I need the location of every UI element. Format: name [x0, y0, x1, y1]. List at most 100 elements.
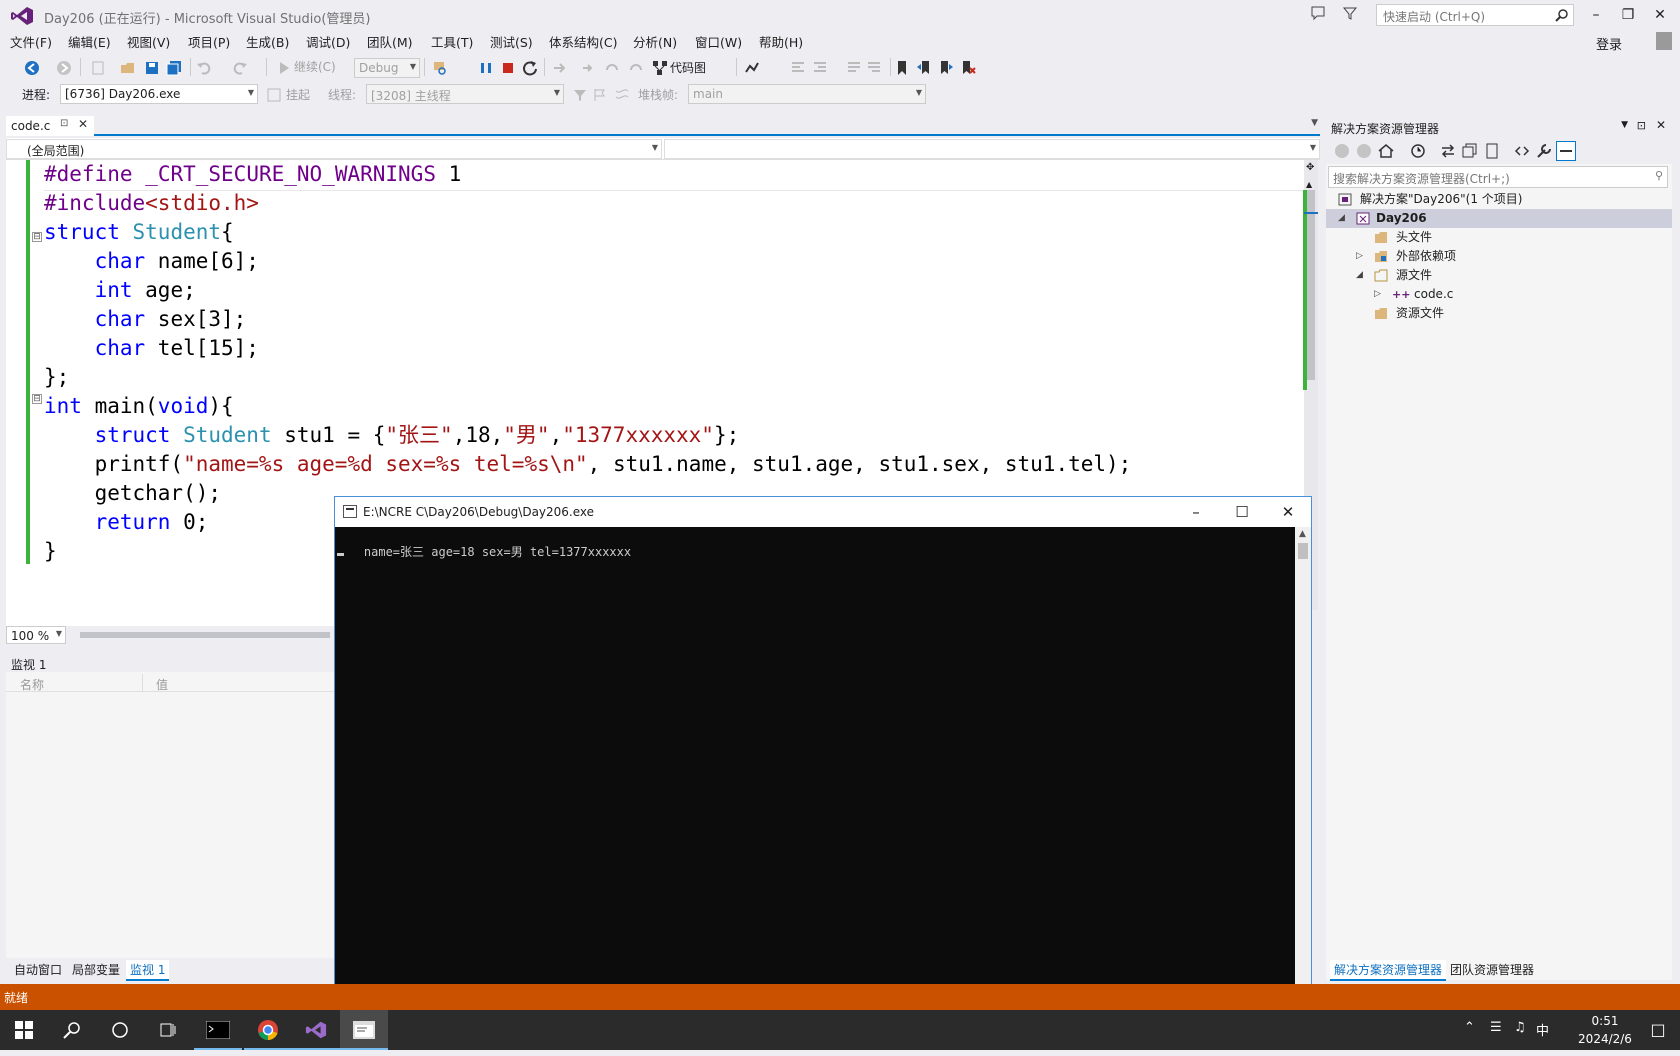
expand-arrow-icon[interactable]: ▷: [1374, 285, 1381, 304]
menu-test[interactable]: 测试(S): [490, 32, 533, 51]
code-line[interactable]: #include<stdio.h>: [44, 189, 259, 218]
view-code-icon[interactable]: [1514, 143, 1530, 159]
bookmark-icon[interactable]: [894, 60, 910, 76]
tree-header-files[interactable]: 头文件: [1326, 228, 1672, 247]
preview-selected-items-button[interactable]: [1556, 141, 1576, 161]
collapse-arrow-icon[interactable]: ◢: [1356, 266, 1363, 285]
start-button[interactable]: [0, 1010, 48, 1050]
menu-build[interactable]: 生成(B): [246, 32, 289, 51]
menu-view[interactable]: 视图(V): [127, 32, 170, 51]
code-map-icon[interactable]: [652, 60, 668, 76]
menu-help[interactable]: 帮助(H): [759, 32, 803, 51]
tab-autos[interactable]: 自动窗口: [10, 960, 66, 979]
member-combo[interactable]: ▼: [664, 139, 1320, 159]
step-over-icon[interactable]: [604, 60, 620, 76]
panel-dropdown-icon[interactable]: ▼: [1621, 120, 1628, 130]
tab-solution-explorer[interactable]: 解决方案资源管理器: [1330, 960, 1447, 981]
continue-label[interactable]: 继续(C): [294, 58, 336, 75]
panel-close-icon[interactable]: ✕: [1656, 118, 1666, 132]
console-minimize-button[interactable]: –: [1173, 501, 1219, 523]
login-link[interactable]: 登录: [1596, 34, 1622, 53]
tree-project[interactable]: ◢ Day206: [1326, 209, 1672, 228]
properties-icon[interactable]: [1536, 143, 1552, 159]
show-next-statement-icon[interactable]: [552, 60, 568, 76]
cortana-button[interactable]: [96, 1010, 144, 1050]
menu-window[interactable]: 窗口(W): [695, 32, 742, 51]
code-line[interactable]: #define _CRT_SECURE_NO_WARNINGS 1: [44, 160, 461, 189]
break-all-icon[interactable]: [478, 60, 494, 76]
save-icon[interactable]: [144, 60, 160, 76]
navigate-forward-icon[interactable]: [56, 60, 72, 76]
code-line[interactable]: char sex[3];: [44, 305, 247, 334]
code-line[interactable]: };: [44, 363, 69, 392]
feedback-icon[interactable]: [1310, 5, 1328, 23]
next-bookmark-icon[interactable]: [938, 60, 954, 76]
config-combo[interactable]: Debug ▼: [354, 58, 420, 78]
navigate-back-icon[interactable]: [24, 60, 40, 76]
tree-code-c[interactable]: ▷ ++ code.c: [1326, 285, 1672, 304]
undo-icon[interactable]: [196, 60, 212, 76]
code-line[interactable]: int age;: [44, 276, 196, 305]
editor-scroll-thumb[interactable]: [1307, 190, 1315, 380]
comment-icon[interactable]: [846, 60, 862, 76]
tab-team-explorer[interactable]: 团队资源管理器: [1446, 960, 1538, 979]
code-line[interactable]: struct Student stu1 = {"张三",18,"男","1377…: [44, 421, 740, 450]
watch-col-name[interactable]: 名称: [20, 676, 44, 693]
fold-main-icon[interactable]: ⊟: [32, 394, 42, 404]
sync-icon[interactable]: [1440, 143, 1456, 159]
code-line[interactable]: char tel[15];: [44, 334, 259, 363]
split-icon[interactable]: ✥: [1306, 162, 1314, 173]
taskbar-console-icon[interactable]: [194, 1010, 242, 1050]
watch-col-value[interactable]: 值: [156, 676, 168, 693]
suspend-icon[interactable]: [266, 87, 282, 103]
console-window[interactable]: E:\NCRE C\Day206\Debug\Day206.exe – ☐ ✕ …: [334, 496, 1312, 1008]
menu-debug[interactable]: 调试(D): [306, 32, 350, 51]
network-icon[interactable]: ☰: [1490, 1020, 1502, 1035]
tree-source-files[interactable]: ◢ 源文件: [1326, 266, 1672, 285]
toggle-flag-icon[interactable]: [592, 87, 608, 103]
quick-launch-input[interactable]: 快速启动 (Ctrl+Q): [1376, 4, 1574, 26]
expand-arrow-icon[interactable]: ▷: [1356, 247, 1363, 266]
clear-bookmarks-icon[interactable]: [960, 60, 976, 76]
new-project-icon[interactable]: [90, 60, 106, 76]
forward-icon[interactable]: [1356, 143, 1372, 159]
save-all-icon[interactable]: [166, 60, 182, 76]
close-tab-icon[interactable]: ✕: [78, 117, 88, 131]
stop-debugging-icon[interactable]: [500, 60, 516, 76]
diagnostic-tools-icon[interactable]: [744, 60, 760, 76]
menu-edit[interactable]: 编辑(E): [68, 32, 111, 51]
show-all-files-icon[interactable]: [1484, 143, 1500, 159]
tab-locals[interactable]: 局部变量: [68, 960, 124, 979]
tab-code-c[interactable]: code.c ⊡ ✕: [6, 116, 94, 136]
menu-team[interactable]: 团队(M): [367, 32, 413, 51]
menu-project[interactable]: 项目(P): [188, 32, 230, 51]
find-in-files-icon[interactable]: [432, 60, 448, 76]
show-threads-icon[interactable]: [614, 87, 630, 103]
code-line[interactable]: }: [44, 537, 57, 566]
code-map-label[interactable]: 代码图: [670, 59, 706, 76]
tree-solution[interactable]: 解决方案"Day206"(1 个项目): [1326, 190, 1672, 209]
tree-external-dependencies[interactable]: ▷ 外部依赖项: [1326, 247, 1672, 266]
code-line[interactable]: struct Student{: [44, 218, 234, 247]
fold-struct-icon[interactable]: ⊟: [32, 232, 42, 242]
filter-icon[interactable]: [572, 87, 588, 103]
previous-bookmark-icon[interactable]: [916, 60, 932, 76]
ime-indicator[interactable]: 中: [1536, 1020, 1549, 1039]
editor-horizontal-scrollbar[interactable]: [80, 632, 330, 638]
tree-resource-files[interactable]: 资源文件: [1326, 304, 1672, 323]
uncomment-icon[interactable]: [866, 60, 882, 76]
align-left-icon[interactable]: [790, 60, 806, 76]
code-line[interactable]: getchar();: [44, 479, 221, 508]
step-out-icon[interactable]: [628, 60, 644, 76]
step-into-icon[interactable]: [580, 60, 596, 76]
code-line[interactable]: char name[6];: [44, 247, 259, 276]
continue-icon[interactable]: [276, 60, 292, 76]
stack-frame-combo[interactable]: main ▼: [688, 84, 926, 104]
home-icon[interactable]: [1378, 143, 1394, 159]
scroll-up-icon[interactable]: ▲: [1299, 529, 1306, 539]
restart-icon[interactable]: [522, 60, 538, 76]
restore-button[interactable]: ❐: [1614, 4, 1642, 26]
collapse-arrow-icon[interactable]: ◢: [1338, 209, 1345, 228]
user-avatar[interactable]: [1656, 32, 1672, 50]
align-right-icon[interactable]: [812, 60, 828, 76]
